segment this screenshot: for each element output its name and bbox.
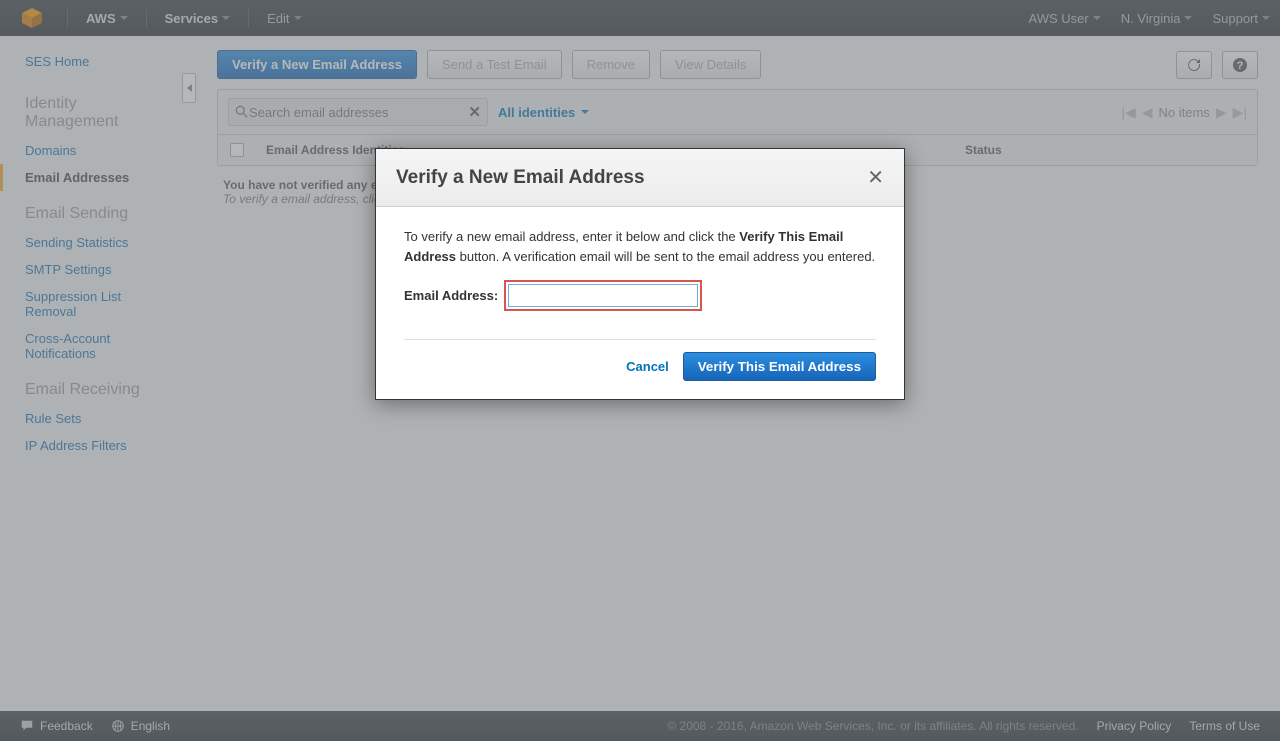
- email-input-highlight: [504, 280, 702, 311]
- email-address-label: Email Address:: [404, 286, 498, 306]
- email-address-input[interactable]: [508, 284, 698, 307]
- verify-email-modal: Verify a New Email Address ✕ To verify a…: [375, 148, 905, 400]
- cancel-button[interactable]: Cancel: [626, 359, 669, 374]
- verify-this-email-button[interactable]: Verify This Email Address: [683, 352, 876, 381]
- modal-title: Verify a New Email Address: [396, 167, 867, 189]
- modal-description: To verify a new email address, enter it …: [404, 227, 876, 266]
- close-icon[interactable]: ✕: [867, 165, 884, 190]
